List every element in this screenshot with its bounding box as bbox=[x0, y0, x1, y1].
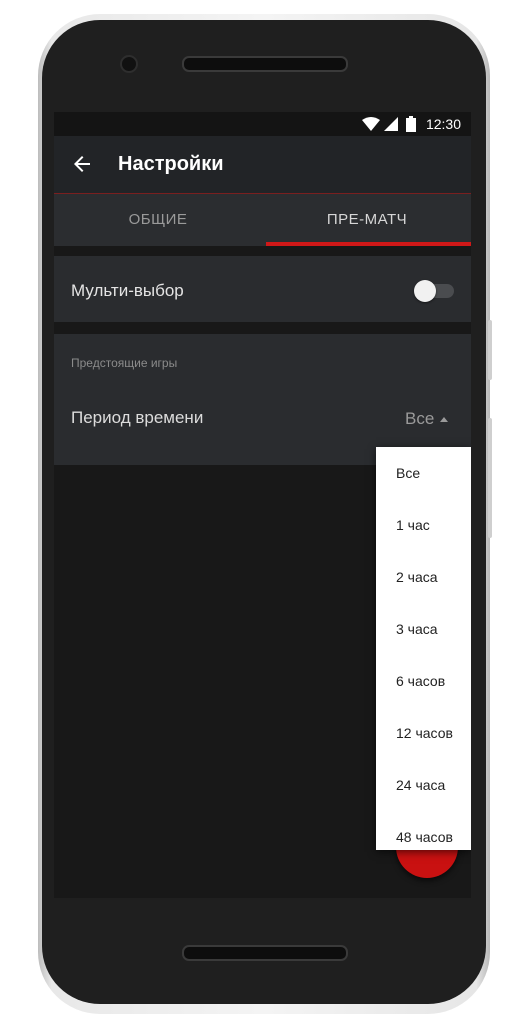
time-period-dropdown: Все 1 час 2 часа 3 часа 6 часов 12 часов… bbox=[376, 447, 471, 850]
front-camera bbox=[120, 55, 138, 73]
dropdown-option[interactable]: 48 часов bbox=[396, 829, 453, 845]
dropdown-option[interactable]: 6 часов bbox=[396, 673, 445, 689]
multi-select-switch-thumb[interactable] bbox=[414, 280, 436, 302]
bottom-speaker bbox=[182, 945, 348, 961]
status-time: 12:30 bbox=[425, 116, 461, 132]
dropdown-option[interactable]: 2 часа bbox=[396, 569, 438, 585]
section-header: Предстоящие игры bbox=[71, 356, 178, 370]
screen: 12:30 Настройки ОБЩИЕ ПРЕ-МАТЧ Мульти-вы… bbox=[54, 112, 471, 898]
multi-select-row[interactable]: Мульти-выбор bbox=[54, 256, 471, 322]
tab-bar: ОБЩИЕ ПРЕ-МАТЧ bbox=[54, 194, 471, 246]
dropdown-option[interactable]: 3 часа bbox=[396, 621, 438, 637]
tab-prematch[interactable]: ПРЕ-МАТЧ bbox=[263, 194, 471, 246]
page-title: Настройки bbox=[118, 153, 224, 175]
dropdown-option[interactable]: 12 часов bbox=[396, 725, 453, 741]
active-tab-indicator bbox=[266, 242, 471, 246]
caret-up-icon[interactable] bbox=[440, 417, 448, 422]
power-button bbox=[488, 418, 492, 538]
back-arrow-icon[interactable] bbox=[70, 152, 94, 176]
signal-icon bbox=[384, 117, 398, 131]
battery-icon bbox=[406, 116, 416, 132]
time-period-label: Период времени bbox=[71, 408, 204, 427]
wifi-icon bbox=[362, 117, 380, 131]
dropdown-option[interactable]: 24 часа bbox=[396, 777, 445, 793]
volume-button bbox=[488, 320, 492, 380]
multi-select-label: Мульти-выбор bbox=[71, 281, 184, 300]
top-speaker bbox=[182, 56, 348, 72]
status-bar: 12:30 bbox=[54, 112, 471, 136]
time-period-value[interactable]: Все bbox=[405, 409, 434, 429]
upcoming-games-card: Предстоящие игры Период времени Все bbox=[54, 334, 471, 465]
dropdown-option[interactable]: 1 час bbox=[396, 517, 430, 533]
dropdown-option[interactable]: Все bbox=[396, 465, 420, 481]
app-bar: Настройки bbox=[54, 136, 471, 194]
tab-general[interactable]: ОБЩИЕ bbox=[54, 194, 262, 246]
